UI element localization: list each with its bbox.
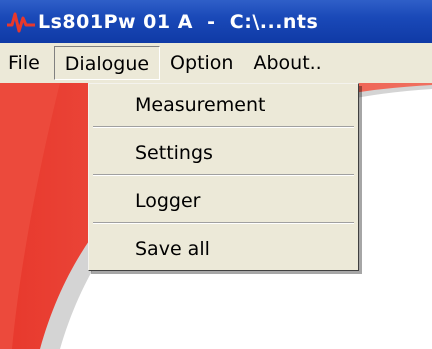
waveform-icon[interactable] bbox=[6, 9, 36, 35]
menu-bar: File Dialogue Option About.. bbox=[0, 43, 432, 83]
menu-item-save-all[interactable]: Save all bbox=[89, 230, 358, 268]
dialogue-dropdown-menu: Measurement Settings Logger Save all bbox=[88, 83, 359, 271]
application-window: Ls801Pw 01 A - C:\...nts File Dialogue O… bbox=[0, 0, 432, 349]
title-bar[interactable]: Ls801Pw 01 A - C:\...nts bbox=[0, 0, 432, 43]
menu-option[interactable]: Option bbox=[160, 46, 243, 80]
menu-dialogue[interactable]: Dialogue bbox=[53, 46, 161, 80]
menu-item-settings[interactable]: Settings bbox=[89, 134, 358, 172]
menu-about[interactable]: About.. bbox=[243, 46, 331, 80]
window-title: Ls801Pw 01 A - C:\...nts bbox=[38, 10, 319, 33]
menu-item-logger[interactable]: Logger bbox=[89, 182, 358, 220]
menu-separator bbox=[93, 126, 354, 128]
menu-file[interactable]: File bbox=[0, 46, 54, 80]
menu-separator bbox=[93, 222, 354, 224]
menu-separator bbox=[93, 174, 354, 176]
menu-item-measurement[interactable]: Measurement bbox=[89, 86, 358, 124]
